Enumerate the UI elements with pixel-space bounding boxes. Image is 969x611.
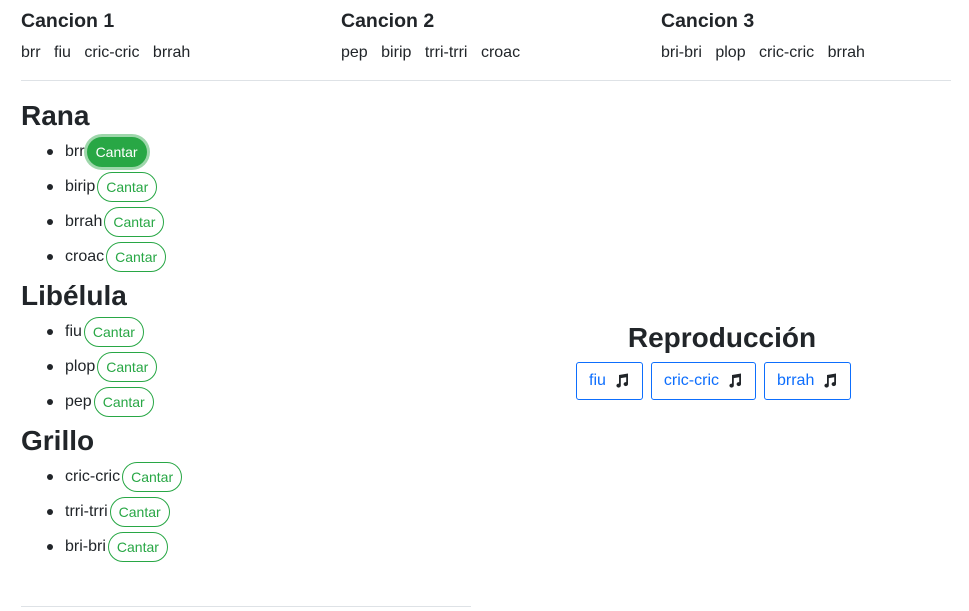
sing-button[interactable]: Cantar bbox=[107, 531, 168, 562]
sound-label: brrah bbox=[65, 212, 103, 230]
sound-item: fiu Cantar bbox=[47, 314, 461, 349]
song-sound: brrah bbox=[152, 44, 191, 61]
song-sound: fiu bbox=[54, 44, 71, 61]
sound-item: bri-bri Cantar bbox=[47, 529, 461, 564]
song-3: Cancion 3 bri-bri plop cric-cric brrah bbox=[661, 8, 874, 63]
song-sound: brrah bbox=[827, 44, 865, 61]
song-2: Cancion 2 pep birip trri-trri croac bbox=[341, 8, 529, 63]
sound-label: trri-trri bbox=[65, 502, 108, 520]
song-title: Cancion 1 bbox=[21, 10, 115, 32]
animal-title: Grillo bbox=[21, 425, 95, 456]
playback-section: Reproducción fiu cric-cric brrah bbox=[576, 320, 868, 400]
playback-item-label: cric-cric bbox=[663, 372, 719, 389]
song-sound: cric-cric bbox=[759, 44, 815, 61]
song-sound: pep bbox=[341, 44, 368, 61]
sound-item: plop Cantar bbox=[47, 349, 461, 384]
sing-button[interactable]: Cantar bbox=[97, 171, 158, 202]
sound-item: croac Cantar bbox=[47, 239, 461, 274]
song-1: Cancion 1 brr fiu cric-cric brrah bbox=[21, 8, 199, 63]
playback-item-button[interactable]: cric-cric bbox=[650, 362, 756, 400]
sound-label: plop bbox=[65, 357, 96, 375]
sound-label: croac bbox=[65, 247, 105, 265]
sing-button[interactable]: Cantar bbox=[86, 136, 147, 167]
sound-label: birip bbox=[65, 177, 96, 195]
sing-button[interactable]: Cantar bbox=[104, 206, 165, 237]
divider bbox=[21, 80, 951, 81]
divider bbox=[21, 606, 471, 607]
sound-label: fiu bbox=[65, 322, 82, 340]
sound-item: brrah Cantar bbox=[47, 204, 461, 239]
song-sound: trri-trri bbox=[424, 44, 468, 61]
sound-label: bri-bri bbox=[65, 537, 106, 555]
sing-button[interactable]: Cantar bbox=[106, 241, 167, 272]
sound-item: pep Cantar bbox=[47, 384, 461, 419]
sound-label: pep bbox=[65, 392, 92, 410]
music-note-icon bbox=[729, 373, 742, 388]
song-sound: bri-bri bbox=[661, 44, 702, 61]
song-title: Cancion 3 bbox=[661, 10, 755, 32]
song-sound: croac bbox=[480, 44, 521, 61]
sing-button[interactable]: Cantar bbox=[122, 461, 183, 492]
sound-label: brr bbox=[65, 142, 85, 160]
animal-title: Libélula bbox=[21, 280, 127, 311]
sound-item: cric-cric Cantar bbox=[47, 459, 461, 494]
playback-item-label: brrah bbox=[777, 372, 815, 389]
animal-grillo: Grillo cric-cric Cantar trri-trri Cantar b… bbox=[21, 423, 461, 564]
playback-item-label: fiu bbox=[589, 372, 606, 389]
sing-button[interactable]: Cantar bbox=[93, 386, 154, 417]
sound-item: trri-trri Cantar bbox=[47, 494, 461, 529]
music-note-icon bbox=[824, 373, 837, 388]
song-sound: plop bbox=[715, 44, 746, 61]
sound-item: brr Cantar bbox=[47, 134, 461, 169]
song-sound: birip bbox=[381, 44, 412, 61]
sound-item: birip Cantar bbox=[47, 169, 461, 204]
animal-rana: Rana brr Cantar birip Cantar brrah Cantar c… bbox=[21, 98, 461, 274]
song-sound: cric-cric bbox=[84, 44, 140, 61]
sing-button[interactable]: Cantar bbox=[109, 496, 170, 527]
music-note-icon bbox=[616, 373, 628, 388]
playback-item-button[interactable]: fiu bbox=[576, 362, 643, 400]
playback-item-button[interactable]: brrah bbox=[764, 362, 852, 400]
sing-button[interactable]: Cantar bbox=[83, 316, 144, 347]
sound-label: cric-cric bbox=[65, 467, 121, 485]
playback-title: Reproducción bbox=[627, 322, 817, 353]
songs-section: Cancion 1 brr fiu cric-cric brrah Cancio… bbox=[21, 8, 951, 80]
sing-button[interactable]: Cantar bbox=[97, 351, 158, 382]
song-title: Cancion 2 bbox=[341, 10, 435, 32]
animal-libelula: Libélula fiu Cantar plop Cantar pep Cantar bbox=[21, 278, 461, 419]
song-sound: brr bbox=[21, 44, 41, 61]
animal-title: Rana bbox=[21, 100, 90, 131]
animals-section: Rana brr Cantar birip Cantar brrah Cantar c… bbox=[21, 98, 461, 564]
